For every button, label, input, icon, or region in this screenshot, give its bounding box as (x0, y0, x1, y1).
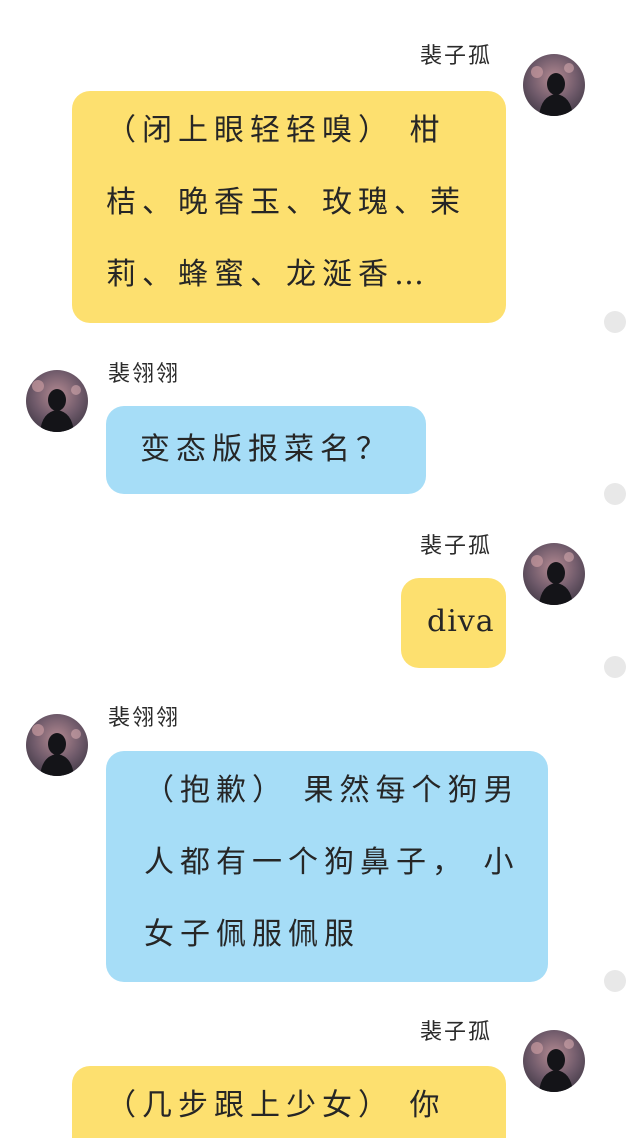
avatar-icon[interactable] (523, 543, 585, 605)
message-line: 莉、蜂蜜、龙涎香… (106, 257, 430, 292)
avatar-icon[interactable] (26, 370, 88, 432)
message-bubble[interactable]: （闭上眼轻轻嗅） 柑 桔、晚香玉、玫瑰、茉 莉、蜂蜜、龙涎香… (72, 91, 506, 323)
message-bubble[interactable]: 变态版报菜名？ (106, 406, 426, 494)
message-line: （几步跟上少女） 你 (106, 1088, 446, 1123)
status-dot-icon (604, 656, 626, 678)
message-bubble[interactable]: （抱歉） 果然每个狗男 人都有一个狗鼻子， 小 女子佩服佩服 (106, 751, 548, 982)
message-bubble[interactable]: diva (401, 578, 506, 668)
message-line: （闭上眼轻轻嗅） 柑 (106, 113, 446, 148)
message-line: （抱歉） 果然每个狗男 (144, 773, 520, 808)
message-line: diva (427, 604, 495, 639)
avatar-icon[interactable] (523, 1030, 585, 1092)
sender-name: 裴翎翎 (108, 706, 181, 731)
status-dot-icon (604, 311, 626, 333)
status-dot-icon (604, 483, 626, 505)
avatar-icon[interactable] (523, 54, 585, 116)
status-dot-icon (604, 970, 626, 992)
sender-name: 裴子孤 (420, 1020, 493, 1045)
message-line: 女子佩服佩服 (144, 917, 360, 952)
message-line: 桔、晚香玉、玫瑰、茉 (106, 185, 466, 220)
message-line: 变态版报菜名？ (140, 432, 392, 467)
sender-name: 裴翎翎 (108, 362, 181, 387)
sender-name: 裴子孤 (420, 534, 493, 559)
avatar-icon[interactable] (26, 714, 88, 776)
sender-name: 裴子孤 (420, 44, 493, 69)
message-bubble[interactable]: （几步跟上少女） 你 (72, 1066, 506, 1138)
message-line: 人都有一个狗鼻子， 小 (144, 845, 520, 880)
